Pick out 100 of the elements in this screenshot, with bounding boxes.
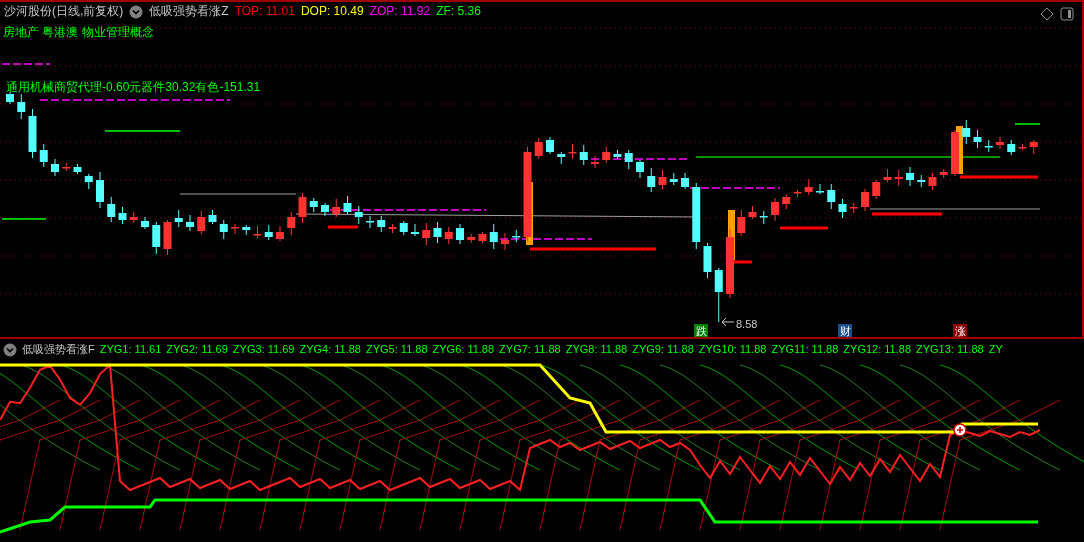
indicator-reading: ZYG13: 11.88 bbox=[916, 342, 984, 357]
candlestick bbox=[501, 232, 509, 251]
low-price-label: 8.58 bbox=[736, 318, 758, 330]
event-badge[interactable]: 涨 bbox=[953, 324, 967, 338]
candlestick bbox=[951, 129, 959, 177]
candlestick bbox=[793, 189, 802, 198]
candlestick bbox=[388, 223, 397, 234]
candlestick bbox=[399, 220, 408, 236]
candlestick bbox=[467, 233, 476, 244]
candlestick bbox=[636, 159, 644, 179]
plus-circle-icon bbox=[953, 423, 967, 437]
indicator-reading: TOP: 11.01 bbox=[234, 4, 295, 19]
candlestick bbox=[512, 229, 521, 243]
candlestick bbox=[557, 151, 566, 165]
candlestick bbox=[433, 221, 442, 244]
candlestick bbox=[366, 215, 374, 229]
candlestick bbox=[163, 219, 172, 256]
candlestick bbox=[208, 209, 217, 225]
indicator-reading: ZYG3: 11.69 bbox=[232, 342, 295, 357]
candlestick bbox=[118, 206, 127, 225]
candlestick bbox=[321, 202, 329, 217]
candlestick bbox=[973, 129, 982, 149]
indicator-reading: ZYG12: 11.88 bbox=[843, 342, 911, 357]
chevron-down-icon[interactable] bbox=[3, 342, 17, 357]
level-line bbox=[732, 260, 752, 264]
candlestick bbox=[939, 168, 948, 179]
indicator-reading: ZYG8: 11.88 bbox=[565, 342, 628, 357]
candlestick bbox=[51, 158, 59, 177]
chevron-down-icon[interactable] bbox=[129, 4, 144, 19]
level-line bbox=[780, 226, 828, 230]
candlestick bbox=[838, 198, 847, 219]
indicator-reading: ZYG2: 11.69 bbox=[166, 342, 228, 357]
candlestick bbox=[782, 193, 791, 210]
level-line bbox=[872, 212, 942, 216]
candlestick bbox=[422, 222, 431, 246]
candlestick bbox=[771, 197, 779, 222]
candlestick bbox=[804, 178, 813, 196]
candlestick bbox=[456, 223, 464, 245]
candlestick bbox=[883, 168, 892, 183]
indicator-reading: ZYG7: 11.88 bbox=[499, 342, 561, 357]
event-badge[interactable]: 跌 bbox=[694, 324, 708, 338]
candlestick bbox=[658, 169, 667, 190]
candlestick bbox=[669, 172, 678, 186]
candlestick bbox=[354, 205, 363, 225]
arrow-icon bbox=[721, 317, 735, 327]
candlestick bbox=[174, 209, 183, 228]
candlestick bbox=[984, 139, 993, 153]
candlestick bbox=[681, 172, 689, 190]
candlestick bbox=[343, 195, 352, 215]
candlestick bbox=[298, 192, 307, 224]
candlestick bbox=[692, 182, 701, 250]
panel-toggle-icon[interactable] bbox=[1060, 7, 1074, 21]
candlestick bbox=[534, 137, 543, 160]
candlestick bbox=[1007, 139, 1016, 156]
candlestick bbox=[489, 223, 498, 250]
candlestick bbox=[613, 149, 622, 160]
indicator-reading: ZYG4: 11.88 bbox=[299, 342, 361, 357]
candlestick bbox=[568, 143, 577, 160]
indicator-reading: ZYG1: 11.61 bbox=[99, 342, 162, 357]
candlestick bbox=[714, 267, 723, 323]
candlestick bbox=[748, 205, 757, 220]
candlestick bbox=[827, 183, 836, 210]
candlestick bbox=[759, 210, 768, 225]
indicator-name: 低吸强势看涨Z bbox=[149, 4, 229, 19]
indicator-reading: ZYG5: 11.88 bbox=[366, 342, 428, 357]
candlestick bbox=[444, 226, 453, 245]
indicator-name: 低吸强势看涨F bbox=[22, 342, 95, 357]
candlestick bbox=[928, 172, 937, 191]
candlestick bbox=[602, 146, 611, 164]
indicator-reading: ZOP: 11.92 bbox=[369, 4, 431, 19]
candlestick bbox=[591, 155, 599, 169]
indicator-reading: ZYG9: 11.88 bbox=[632, 342, 694, 357]
candlestick bbox=[107, 196, 116, 223]
candlestick bbox=[231, 223, 239, 235]
indicator-reading: ZYG10: 11.88 bbox=[698, 342, 767, 357]
candlestick bbox=[152, 221, 161, 255]
candlestick bbox=[39, 143, 48, 168]
diamond-icon[interactable] bbox=[1040, 7, 1054, 21]
candlestick bbox=[894, 169, 903, 187]
indicator-reading: ZYG6: 11.88 bbox=[432, 342, 495, 357]
indicator-reading: ZF: 5.36 bbox=[436, 4, 481, 19]
event-badge[interactable]: 财 bbox=[838, 324, 852, 338]
candlestick bbox=[478, 231, 487, 244]
candlestick bbox=[816, 183, 824, 195]
candlestick bbox=[84, 173, 93, 190]
candlestick bbox=[62, 162, 71, 172]
candlestick bbox=[703, 242, 712, 279]
candlestick bbox=[17, 93, 26, 120]
candlestick bbox=[141, 216, 149, 230]
candlestick bbox=[197, 210, 206, 235]
candlestick bbox=[726, 228, 734, 299]
candlestick bbox=[546, 136, 554, 155]
candlestick bbox=[276, 225, 284, 242]
candlestick bbox=[1018, 143, 1027, 151]
candlestick bbox=[242, 224, 251, 236]
indicator-reading: DOP: 10.49 bbox=[300, 4, 364, 19]
candlestick bbox=[96, 171, 104, 209]
candlestick bbox=[737, 209, 746, 237]
candlestick bbox=[579, 144, 588, 166]
stock-name: 沙河股份(日线,前复权) bbox=[4, 4, 124, 19]
